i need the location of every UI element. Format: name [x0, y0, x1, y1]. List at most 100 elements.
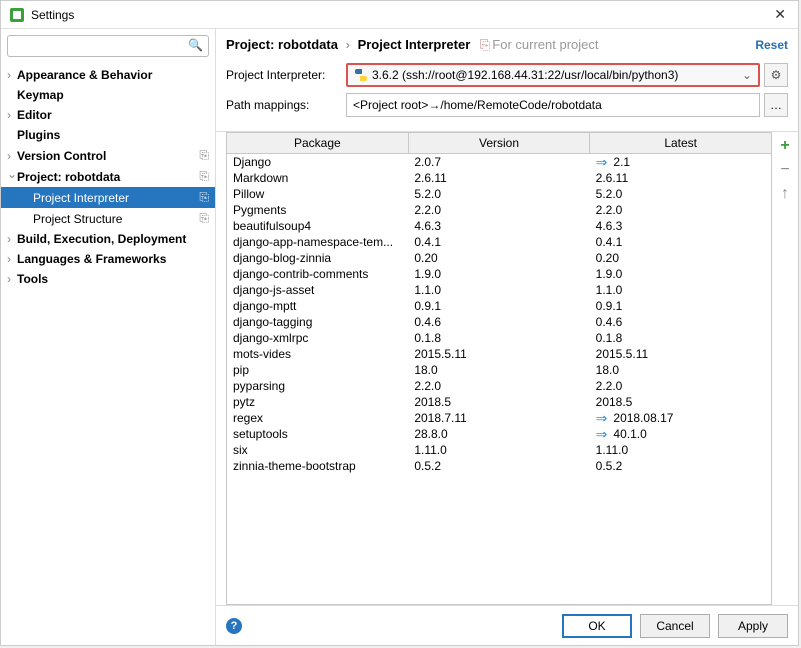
sidebar: 🔍 Appearance & BehaviorKeymapEditorPlugi… — [1, 29, 216, 645]
cell-version: 0.4.6 — [408, 315, 589, 329]
cancel-button[interactable]: Cancel — [640, 614, 710, 638]
sidebar-item-version-control[interactable]: Version Control⎘ — [1, 145, 215, 166]
table-row[interactable]: regex2018.7.11⇒2018.08.17 — [227, 410, 771, 426]
sidebar-item-label: Languages & Frameworks — [17, 252, 209, 266]
cell-package: six — [227, 443, 408, 457]
cell-version: 0.4.1 — [408, 235, 589, 249]
cell-package: mots-vides — [227, 347, 408, 361]
table-row[interactable]: django-tagging0.4.60.4.6 — [227, 314, 771, 330]
cell-latest: 0.1.8 — [590, 331, 771, 345]
sidebar-item-editor[interactable]: Editor — [1, 105, 215, 125]
cell-latest: 2015.5.11 — [590, 347, 771, 361]
settings-tree: Appearance & Behavior Keymap EditorPlugins… — [1, 63, 215, 645]
gear-button[interactable]: ⚙ — [764, 63, 788, 87]
interpreter-label: Project Interpreter: — [226, 68, 346, 82]
table-row[interactable]: django-blog-zinnia0.200.20 — [227, 250, 771, 266]
ok-button[interactable]: OK — [562, 614, 632, 638]
sidebar-item-project-interpreter[interactable]: Project Interpreter⎘ — [1, 187, 215, 208]
cell-version: 0.5.2 — [408, 459, 589, 473]
plus-icon: + — [780, 137, 789, 155]
cell-latest: ⇒40.1.0 — [590, 426, 771, 443]
table-row[interactable]: django-mptt0.9.10.9.1 — [227, 298, 771, 314]
apply-button[interactable]: Apply — [718, 614, 788, 638]
col-version[interactable]: Version — [409, 133, 591, 153]
reset-link[interactable]: Reset — [755, 38, 788, 52]
gear-icon: ⚙ — [771, 68, 782, 82]
cell-latest: 18.0 — [590, 363, 771, 377]
sidebar-item-project-robotdata[interactable]: Project: robotdata⎘ — [1, 166, 215, 187]
cell-package: Pillow — [227, 187, 408, 201]
sidebar-item-languages-frameworks[interactable]: Languages & Frameworks — [1, 249, 215, 269]
sidebar-item-build-execution-deployment[interactable]: Build, Execution, Deployment — [1, 229, 215, 249]
sidebar-item-project-structure[interactable]: Project Structure ⎘ — [1, 208, 215, 229]
cell-package: Markdown — [227, 171, 408, 185]
breadcrumb: Project: robotdata › Project Interpreter… — [226, 37, 755, 53]
sidebar-item-label: Keymap — [17, 88, 209, 102]
cell-package: pip — [227, 363, 408, 377]
table-row[interactable]: Pygments2.2.02.2.0 — [227, 202, 771, 218]
sidebar-item-keymap[interactable]: Keymap — [1, 85, 215, 105]
remove-package-button[interactable]: − — [775, 160, 795, 180]
help-button[interactable]: ? — [226, 618, 242, 634]
cell-version: 0.9.1 — [408, 299, 589, 313]
sidebar-item-plugins[interactable]: Plugins — [1, 125, 215, 145]
table-row[interactable]: pyparsing2.2.02.2.0 — [227, 378, 771, 394]
cell-latest: ⇒2.1 — [590, 154, 771, 171]
scope-icon: ⎘ — [199, 211, 209, 226]
table-row[interactable]: pytz2018.52018.5 — [227, 394, 771, 410]
table-row[interactable]: django-xmlrpc0.1.80.1.8 — [227, 330, 771, 346]
cell-version: 4.6.3 — [408, 219, 589, 233]
search-input[interactable] — [7, 35, 209, 57]
table-row[interactable]: Markdown2.6.112.6.11 — [227, 170, 771, 186]
cell-version: 2015.5.11 — [408, 347, 589, 361]
table-row[interactable]: django-contrib-comments1.9.01.9.0 — [227, 266, 771, 282]
cell-version: 2.6.11 — [408, 171, 589, 185]
main-panel: Project: robotdata › Project Interpreter… — [216, 29, 798, 645]
cell-package: beautifulsoup4 — [227, 219, 408, 233]
table-row[interactable]: pip18.018.0 — [227, 362, 771, 378]
table-row[interactable]: six1.11.01.11.0 — [227, 442, 771, 458]
table-row[interactable]: Django2.0.7⇒2.1 — [227, 154, 771, 170]
sidebar-item-tools[interactable]: Tools — [1, 269, 215, 289]
cell-version: 5.2.0 — [408, 187, 589, 201]
pathmap-browse-button[interactable]: … — [764, 93, 788, 117]
update-arrow-icon: ⇒ — [596, 426, 608, 443]
dots-icon: … — [770, 98, 782, 112]
add-package-button[interactable]: + — [775, 136, 795, 156]
cell-latest: 0.9.1 — [590, 299, 771, 313]
close-icon[interactable]: ✕ — [770, 6, 790, 23]
table-row[interactable]: beautifulsoup44.6.34.6.3 — [227, 218, 771, 234]
cell-package: django-contrib-comments — [227, 267, 408, 281]
col-package[interactable]: Package — [227, 133, 409, 153]
table-row[interactable]: django-app-namespace-tem...0.4.10.4.1 — [227, 234, 771, 250]
cell-version: 0.1.8 — [408, 331, 589, 345]
cell-package: Django — [227, 155, 408, 169]
titlebar: Settings ✕ — [1, 1, 798, 29]
cell-package: regex — [227, 411, 408, 425]
pathmap-field[interactable]: <Project root>→/home/RemoteCode/robotdat… — [346, 93, 760, 117]
upgrade-package-button[interactable]: ↑ — [775, 184, 795, 204]
table-row[interactable]: django-js-asset1.1.01.1.0 — [227, 282, 771, 298]
table-row[interactable]: Pillow5.2.05.2.0 — [227, 186, 771, 202]
interpreter-combo[interactable]: 3.6.2 (ssh://root@192.168.44.31:22/usr/l… — [346, 63, 760, 87]
col-latest[interactable]: Latest — [590, 133, 771, 153]
cell-package: zinnia-theme-bootstrap — [227, 459, 408, 473]
settings-window: Settings ✕ 🔍 Appearance & BehaviorKeymap… — [0, 0, 799, 646]
cell-latest: 1.11.0 — [590, 443, 771, 457]
table-row[interactable]: mots-vides2015.5.112015.5.11 — [227, 346, 771, 362]
sidebar-item-label: Project Structure — [33, 212, 195, 226]
app-icon — [9, 7, 25, 23]
up-icon: ↑ — [781, 185, 789, 203]
cell-latest: 0.4.1 — [590, 235, 771, 249]
table-row[interactable]: zinnia-theme-bootstrap0.5.20.5.2 — [227, 458, 771, 474]
sidebar-item-appearance-behavior[interactable]: Appearance & Behavior — [1, 65, 215, 85]
cell-version: 28.8.0 — [408, 427, 589, 441]
cell-package: django-xmlrpc — [227, 331, 408, 345]
scope-icon: ⎘ — [199, 169, 209, 184]
cell-package: pyparsing — [227, 379, 408, 393]
sidebar-item-label: Project Interpreter — [33, 191, 195, 205]
update-arrow-icon: ⇒ — [596, 410, 608, 427]
packages-table: Package Version Latest Django2.0.7⇒2.1Ma… — [226, 132, 772, 605]
cell-latest: ⇒2018.08.17 — [590, 410, 771, 427]
table-row[interactable]: setuptools28.8.0⇒40.1.0 — [227, 426, 771, 442]
